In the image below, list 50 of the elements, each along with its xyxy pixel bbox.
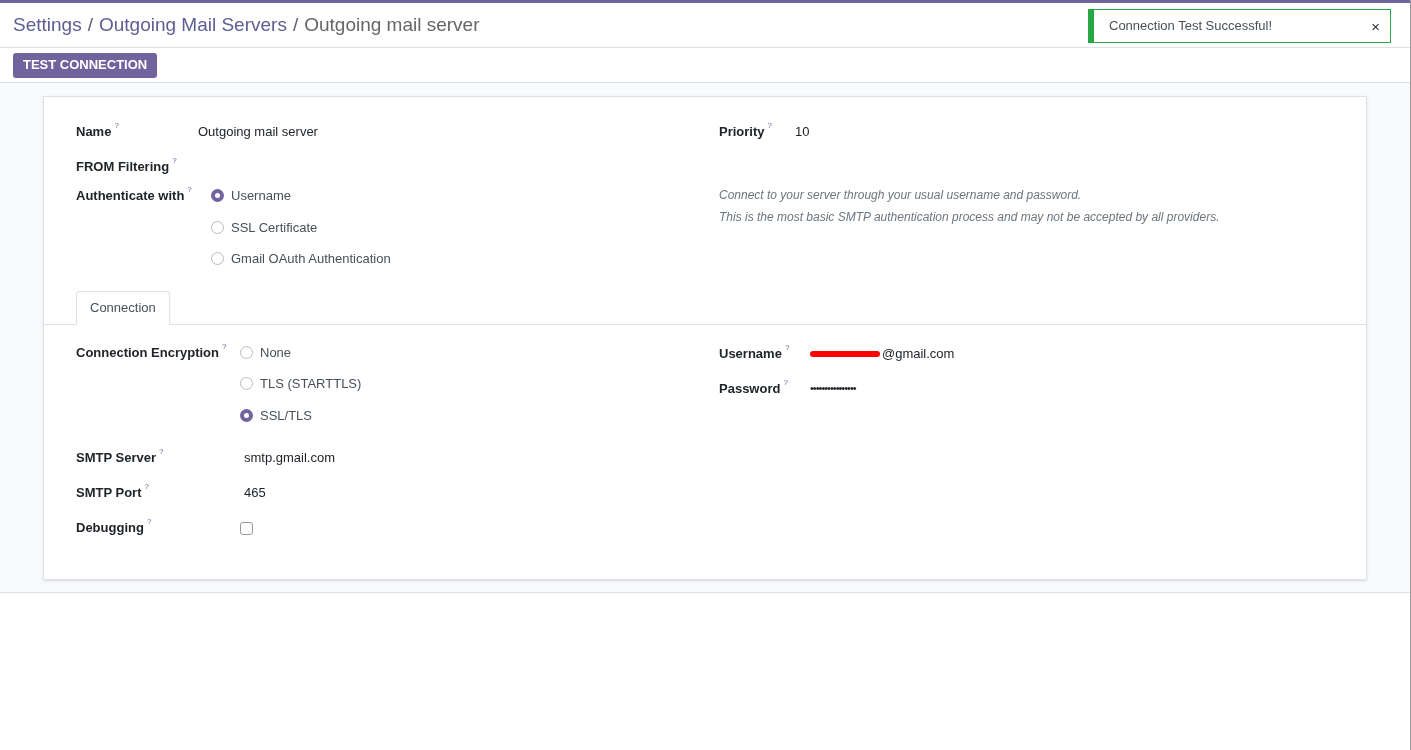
- help-mark[interactable]: ?: [146, 516, 152, 529]
- username-value[interactable]: @gmail.com: [882, 343, 955, 364]
- field-label: SMTP Port: [76, 484, 142, 503]
- radio-label: SSL/TLS: [260, 406, 313, 425]
- field-label: Debugging: [76, 519, 144, 538]
- field-label: Connection Encryption: [76, 343, 219, 362]
- help-mark[interactable]: ?: [783, 376, 788, 389]
- help-mark[interactable]: ?: [767, 120, 772, 133]
- radio-button[interactable]: [240, 345, 253, 359]
- priority-value[interactable]: 10: [795, 122, 810, 142]
- field-label: Username: [719, 344, 782, 363]
- smtp-server-value[interactable]: smtp.gmail.com: [244, 448, 336, 468]
- breadcrumb-current: Outgoing mail server: [304, 12, 480, 37]
- radio-label: Gmail OAuth Authentication: [231, 250, 391, 268]
- help-mark[interactable]: ?: [222, 340, 227, 353]
- test-connection-button[interactable]: TEST CONNECTION: [13, 52, 158, 78]
- name-value[interactable]: Outgoing mail server: [198, 122, 318, 142]
- radio-button[interactable]: [211, 220, 224, 234]
- breadcrumb-separator: /: [292, 12, 299, 37]
- field-label: SMTP Server: [76, 449, 156, 468]
- field-label: Authenticate with: [76, 187, 185, 205]
- field-label: FROM Filtering: [76, 158, 170, 177]
- radio-label: None: [260, 343, 292, 362]
- radio-button[interactable]: [240, 377, 253, 391]
- radio-button[interactable]: [211, 252, 224, 266]
- help-mark[interactable]: ?: [187, 184, 192, 196]
- help-mark[interactable]: ?: [158, 446, 164, 459]
- hint-text: Connect to your server through your usual username and password.: [719, 187, 1083, 204]
- field-label: Name: [76, 123, 112, 142]
- checkbox[interactable]: [240, 521, 253, 535]
- help-mark[interactable]: ?: [144, 481, 149, 494]
- smtp-port-value[interactable]: 465: [244, 483, 266, 503]
- radio-label: TLS (STARTTLS): [260, 375, 362, 393]
- radio-label: Username: [231, 187, 291, 205]
- toast-message: Connection Test Successful!: [1109, 17, 1273, 36]
- breadcrumb-link[interactable]: Settings: [13, 10, 82, 40]
- radio-button[interactable]: [240, 408, 253, 422]
- hint-text: This is the most basic SMTP authentication process and may not be accepted by all providers.: [719, 209, 1221, 226]
- help-mark[interactable]: ?: [172, 155, 177, 168]
- tab[interactable]: Connection: [76, 290, 170, 325]
- radio-button[interactable]: [211, 189, 224, 203]
- help-mark[interactable]: ?: [784, 341, 790, 354]
- help-mark[interactable]: ?: [114, 120, 119, 133]
- field-label: Priority: [719, 123, 765, 142]
- password-value[interactable]: ••••••••••••••••: [810, 380, 856, 397]
- breadcrumb-link[interactable]: Outgoing Mail Servers: [98, 10, 287, 40]
- field-label: Password: [719, 379, 781, 398]
- breadcrumb-separator: /: [87, 12, 93, 37]
- close-button[interactable]: ×: [1371, 18, 1380, 34]
- radio-label: SSL Certificate: [231, 218, 318, 237]
